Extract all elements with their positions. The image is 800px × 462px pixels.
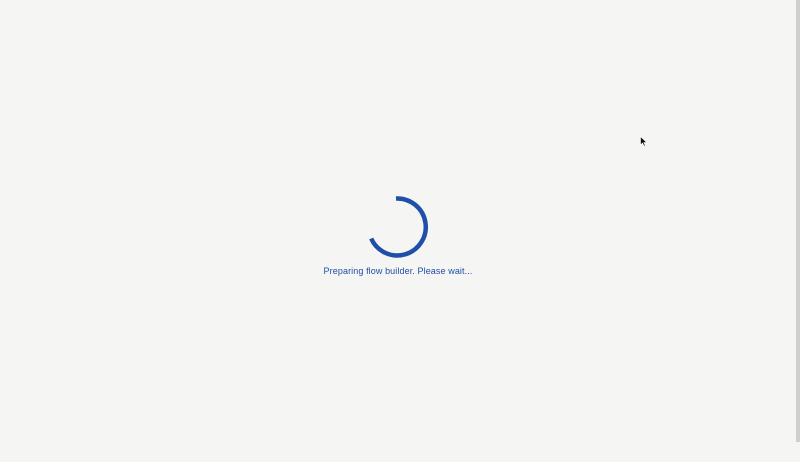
loading-page: Preparing flow builder. Please wait... xyxy=(0,0,800,462)
loading-spinner-icon xyxy=(369,196,428,258)
mouse-pointer-icon xyxy=(640,136,648,147)
vertical-scrollbar[interactable] xyxy=(796,0,800,442)
loading-indicator: Preparing flow builder. Please wait... xyxy=(0,194,796,276)
loading-message: Preparing flow builder. Please wait... xyxy=(323,266,473,276)
